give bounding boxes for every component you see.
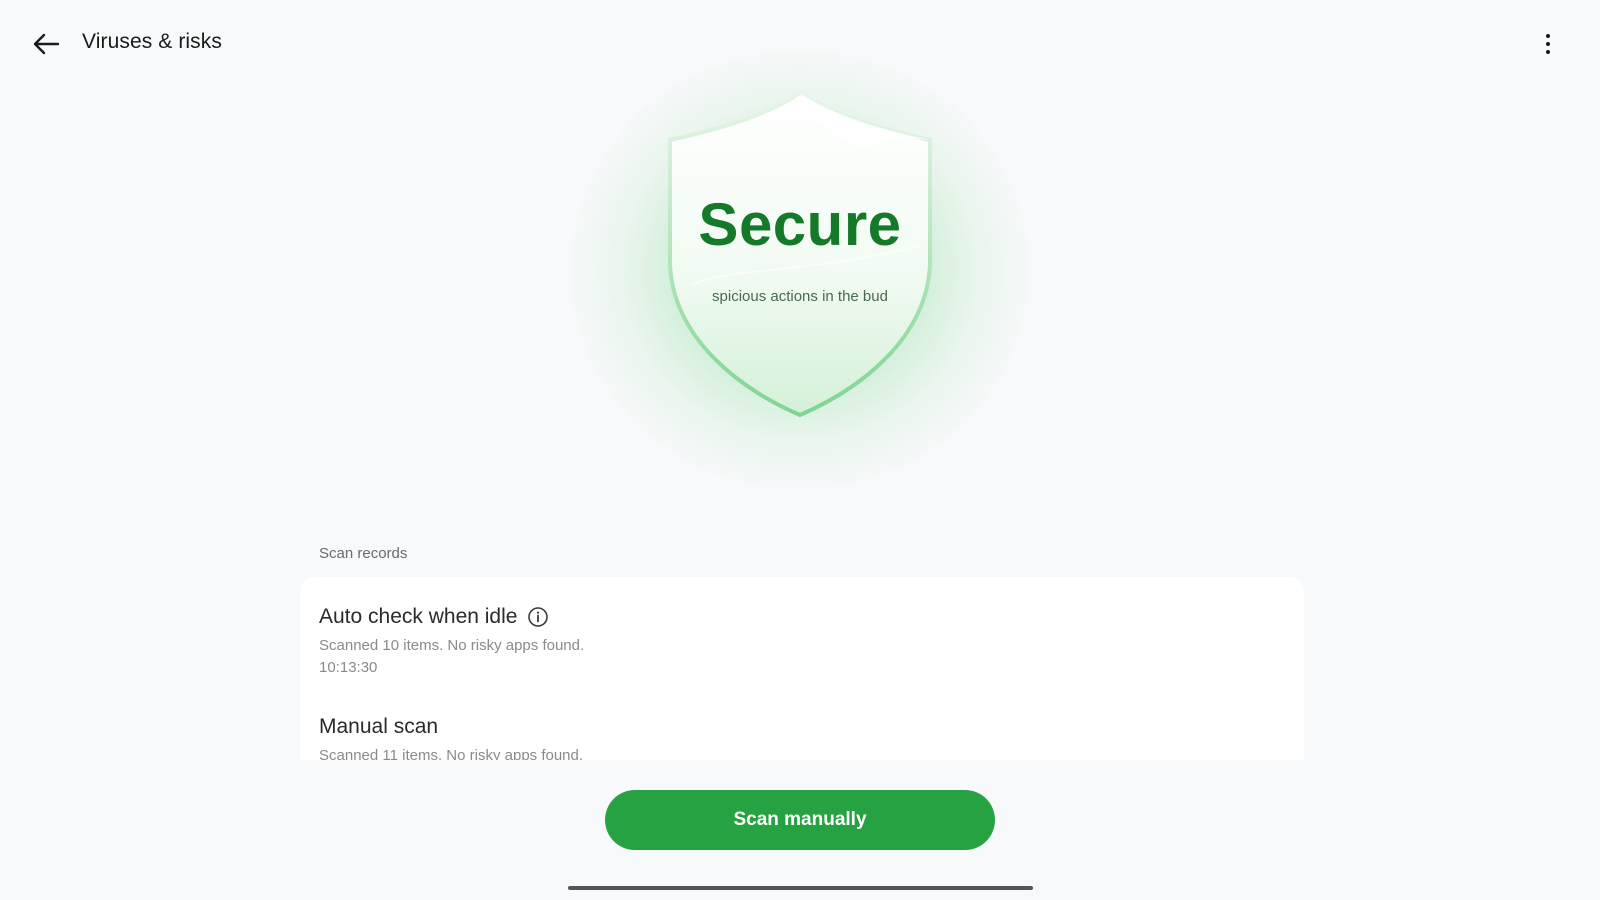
record-title-row: Auto check when idle: [319, 605, 584, 629]
arrow-left-icon: [33, 33, 60, 55]
more-vertical-icon: [1546, 34, 1550, 38]
back-button[interactable]: [26, 26, 66, 62]
section-label-scan-records: Scan records: [319, 545, 408, 562]
record-time: 10:13:30: [319, 659, 378, 676]
record-description: Scanned 11 items. No risky apps found.: [319, 747, 584, 760]
home-indicator[interactable]: [568, 886, 1033, 890]
info-icon[interactable]: [527, 606, 549, 628]
list-item-manual-scan[interactable]: Manual scan Scanned 11 items. No risky a…: [319, 715, 583, 760]
status-subtitle-text: spicious actions in the bud: [712, 288, 888, 305]
record-title-row: Manual scan: [319, 715, 583, 739]
more-options-button[interactable]: [1536, 26, 1560, 62]
record-description: Scanned 10 items. No risky apps found.: [319, 637, 585, 654]
record-title: Auto check when idle: [319, 605, 518, 628]
list-item-auto-check[interactable]: Auto check when idle Scanned 10 items. N…: [319, 605, 584, 679]
more-dot: [1546, 50, 1550, 54]
more-dot: [1546, 42, 1550, 46]
info-circle-icon: [528, 607, 549, 627]
scan-records-card: Auto check when idle Scanned 10 items. N…: [300, 577, 1304, 760]
scan-manually-button[interactable]: Scan manually: [605, 790, 995, 850]
page-title: Viruses & risks: [82, 30, 222, 53]
record-title: Manual scan: [319, 715, 439, 738]
status-title: Secure: [698, 191, 902, 258]
status-subtitle: spicious actions in the bud: [680, 288, 920, 305]
